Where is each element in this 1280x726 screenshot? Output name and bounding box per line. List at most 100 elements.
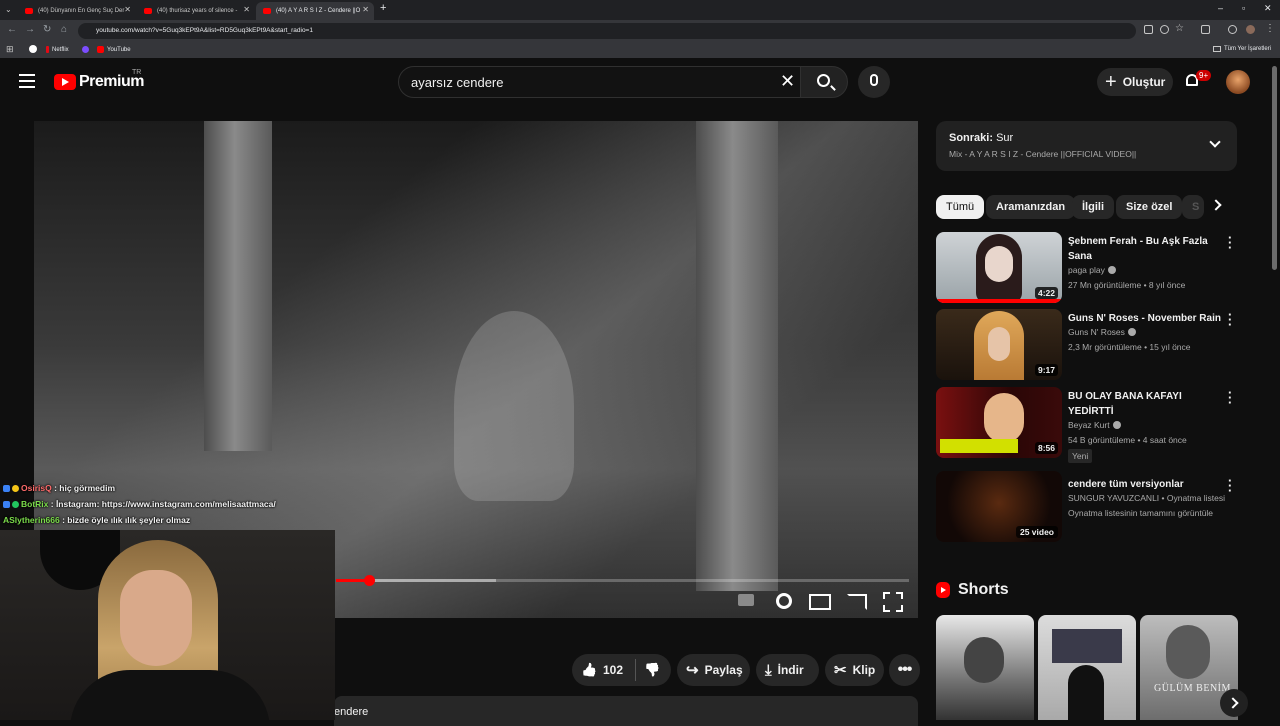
- browser-menu-icon[interactable]: ⋮: [1265, 23, 1275, 34]
- more-actions-button[interactable]: •••: [889, 654, 920, 686]
- share-arrow-icon: ↪: [686, 662, 699, 679]
- chips-next-arrow-icon[interactable]: [1210, 199, 1222, 211]
- cast-icon[interactable]: [845, 591, 867, 610]
- folder-icon: [1213, 46, 1221, 52]
- chip-from-search[interactable]: Aramanızdan: [986, 195, 1076, 219]
- shorts-next-arrow-icon[interactable]: [1220, 689, 1248, 717]
- account-avatar-icon[interactable]: [1246, 25, 1255, 34]
- install-app-icon[interactable]: [1144, 25, 1153, 34]
- short-thumbnail[interactable]: [1038, 615, 1136, 720]
- youtube-premium-logo[interactable]: Premium: [54, 73, 144, 91]
- channel-name-text: paga play: [1068, 265, 1105, 275]
- sub-badge-icon: [12, 485, 19, 492]
- view-full-playlist-link[interactable]: Oynatma listesinin tamamını görüntüle: [1068, 508, 1213, 518]
- back-icon[interactable]: ←: [7, 24, 17, 35]
- video-title: BU OLAY BANA KAFAYI YEDİRTTİ: [1068, 391, 1182, 417]
- video-thumbnail[interactable]: 9:17: [936, 309, 1062, 380]
- chip-truncated[interactable]: S: [1182, 195, 1204, 219]
- playlist-video-count: 25 video: [1015, 526, 1058, 538]
- user-avatar[interactable]: [1226, 70, 1250, 94]
- progress-bar[interactable]: [336, 575, 909, 586]
- search-input[interactable]: ayarsız cendere ✕: [398, 66, 801, 98]
- bookmark-youtube-label: YouTube: [107, 46, 131, 53]
- up-next-panel[interactable]: Sonraki: Sur Mix - A Y A R S I Z - Cende…: [936, 121, 1237, 171]
- chip-all[interactable]: Tümü: [936, 195, 985, 219]
- clip-button[interactable]: ✂ Klip: [825, 654, 884, 686]
- bookmark-netflix[interactable]: Netflix: [46, 46, 69, 53]
- channel-name-text: Guns N' Roses: [1068, 327, 1125, 337]
- share-button[interactable]: ↪ Paylaş: [677, 654, 750, 686]
- browser-tab-2[interactable]: (40) thurisaz years of silence - ✕: [137, 2, 255, 20]
- google-icon[interactable]: [29, 45, 37, 53]
- webcam-person-face: [120, 570, 192, 666]
- recommended-video[interactable]: 4:22 Şebnem Ferah - Bu Aşk Fazla Sana pa…: [936, 231, 1236, 304]
- page-scrollbar[interactable]: [1272, 66, 1277, 270]
- like-thumb-icon[interactable]: [581, 662, 597, 678]
- download-button[interactable]: ⤓ İndir: [756, 654, 819, 686]
- create-button[interactable]: + Oluştur: [1097, 68, 1173, 96]
- tab-search-icon[interactable]: ⌄: [5, 5, 12, 14]
- all-bookmarks[interactable]: Tüm Yer İşaretleri: [1213, 46, 1271, 52]
- bot-badge-icon: [12, 501, 19, 508]
- tab-close-icon[interactable]: ✕: [124, 5, 131, 14]
- settings-gear-icon[interactable]: [773, 591, 793, 609]
- chevron-down-icon[interactable]: [1209, 136, 1221, 148]
- shorts-title: Shorts: [958, 581, 1009, 598]
- playlist-thumbnail[interactable]: 25 video: [936, 471, 1062, 542]
- up-next-heading: Sonraki: Sur: [949, 132, 1013, 144]
- apps-grid-icon[interactable]: ⊞: [6, 44, 14, 55]
- youtube-play-logo-icon: [54, 74, 76, 90]
- like-count[interactable]: 102: [603, 663, 623, 677]
- bookmark-youtube[interactable]: YouTube: [97, 46, 131, 53]
- reload-icon[interactable]: ↻: [43, 24, 51, 35]
- new-badge: Yeni: [1068, 449, 1093, 463]
- browser-tab-1[interactable]: (40) Dünyanın En Genç Suç Der ✕: [18, 2, 136, 20]
- zoom-icon[interactable]: [1160, 25, 1169, 34]
- more-options-icon[interactable]: · · ·: [1228, 308, 1232, 331]
- hamburger-menu-icon[interactable]: [19, 74, 35, 88]
- search-button[interactable]: [800, 66, 848, 98]
- minimize-icon[interactable]: –: [1218, 3, 1223, 13]
- home-icon[interactable]: ⌂: [61, 24, 67, 35]
- all-bookmarks-label: Tüm Yer İşaretleri: [1224, 46, 1272, 52]
- browser-tab-3-active[interactable]: (40) A Y A R S I Z - Cendere ||O ✕: [256, 2, 374, 20]
- more-options-icon[interactable]: · · ·: [1228, 474, 1232, 497]
- playlist-title: cendere tüm versiyonlar: [1068, 479, 1184, 490]
- new-tab-button[interactable]: +: [380, 2, 386, 14]
- dislike-thumb-icon[interactable]: 👎: [644, 662, 660, 678]
- chip-related[interactable]: İlgili: [1072, 195, 1114, 219]
- recommended-video[interactable]: 9:17 Guns N' Roses - November Rain Guns …: [936, 308, 1236, 381]
- url-input[interactable]: youtube.com/watch?v=5Guq3kEPt9A&list=RD5…: [78, 23, 1136, 39]
- short-thumbnail[interactable]: [936, 615, 1034, 720]
- theater-mode-icon[interactable]: [809, 591, 831, 610]
- voice-search-button[interactable]: [858, 66, 890, 98]
- bookmark-star-icon[interactable]: ☆: [1175, 23, 1184, 34]
- more-options-icon[interactable]: · · ·: [1228, 231, 1232, 254]
- thumb-banner: [940, 439, 1018, 453]
- search-icon: [817, 74, 830, 87]
- profile-icon[interactable]: [1228, 25, 1237, 34]
- subtitles-icon[interactable]: [736, 591, 756, 609]
- channel-name: Beyaz Kurt: [1068, 420, 1121, 430]
- create-label: Oluştur: [1122, 75, 1166, 89]
- extensions-icon[interactable]: [1201, 25, 1210, 34]
- fullscreen-icon[interactable]: [882, 591, 902, 609]
- video-duration: 8:56: [1034, 442, 1058, 454]
- clear-search-icon[interactable]: ✕: [780, 71, 795, 92]
- microphone-icon: [870, 74, 878, 86]
- clip-label: Klip: [852, 663, 876, 677]
- tab-close-icon[interactable]: ✕: [243, 5, 250, 14]
- video-thumbnail[interactable]: 8:56: [936, 387, 1062, 458]
- chip-for-you[interactable]: Size özel: [1116, 195, 1183, 219]
- maximize-icon[interactable]: ▫: [1242, 3, 1245, 13]
- forward-icon[interactable]: →: [25, 24, 35, 35]
- recommended-playlist[interactable]: 25 video cendere tüm versiyonlar SUNGUR …: [936, 471, 1236, 547]
- chat-username: BotRix: [21, 499, 49, 509]
- video-thumbnail[interactable]: 4:22: [936, 232, 1062, 303]
- recommended-video[interactable]: 8:56 BU OLAY BANA KAFAYI YEDİRTTİ Beyaz …: [936, 386, 1236, 471]
- window-close-icon[interactable]: ✕: [1264, 3, 1272, 14]
- bookmark-app-icon[interactable]: [82, 46, 89, 53]
- tab-close-icon[interactable]: ✕: [362, 5, 369, 14]
- description-box[interactable]: endere: [334, 696, 918, 726]
- more-options-icon[interactable]: · · ·: [1228, 386, 1232, 409]
